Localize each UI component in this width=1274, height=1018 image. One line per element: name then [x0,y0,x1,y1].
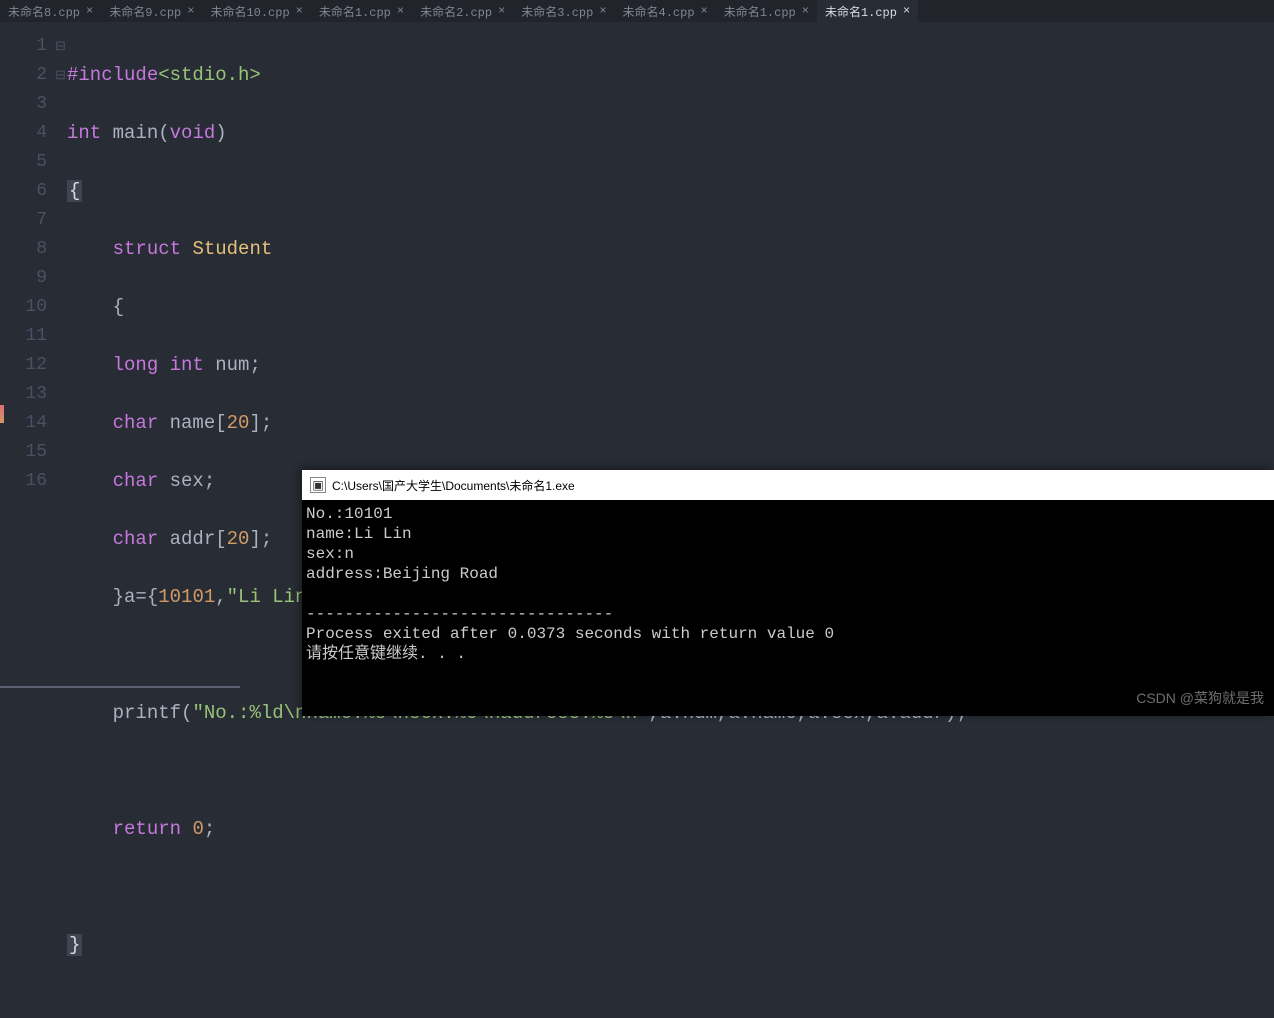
out-line: name:Li Lin [306,525,412,543]
keyword-char: char [113,528,159,550]
file-tab[interactable]: 未命名1.cpp × [716,0,817,22]
line-number: 11 [0,322,47,351]
tab-label: 未命名2.cpp [420,3,492,20]
close-icon[interactable]: × [701,4,708,18]
close-icon[interactable]: × [599,4,606,18]
line-number: 14 [0,409,47,438]
file-tab[interactable]: 未命名8.cpp × [0,0,101,22]
literal-0: 0 [192,818,203,840]
line-number: 1 [0,32,47,61]
line-number: 3 [0,90,47,119]
line-number: 6 [0,177,47,206]
literal-20: 20 [227,412,250,434]
literal-num: 10101 [158,586,215,608]
file-tab[interactable]: 未命名4.cpp × [615,0,716,22]
line-number: 4 [0,119,47,148]
keyword-char: char [113,470,159,492]
console-output[interactable]: No.:10101 name:Li Lin sex:n address:Beij… [302,500,1274,716]
line-number: 7 [0,206,47,235]
out-line: address:Beijing Road [306,565,498,583]
field-sex: sex [170,470,204,492]
close-icon[interactable]: × [187,4,194,18]
out-line: No.:10101 [306,505,392,523]
var-a: a [124,586,135,608]
tab-label: 未命名9.cpp [109,3,181,20]
fn-main: main [113,122,159,144]
keyword-int: int [170,354,204,376]
tab-label: 未命名1.cpp [825,3,897,20]
close-icon[interactable]: × [903,4,910,18]
type-student: Student [192,238,272,260]
line-number: 16 [0,467,47,496]
fold-toggle-icon[interactable]: ⊟ [55,32,67,61]
line-number: 5 [0,148,47,177]
keyword-void: void [170,122,216,144]
line-number: 12 [0,351,47,380]
tab-label: 未命名10.cpp [210,3,289,20]
tab-label: 未命名3.cpp [521,3,593,20]
file-tab[interactable]: 未命名2.cpp × [412,0,513,22]
fold-toggle-icon[interactable]: ⊟ [55,61,67,90]
separator-line [0,686,240,688]
tab-bar: 未命名8.cpp×未命名9.cpp×未命名10.cpp×未命名1.cpp×未命名… [0,0,1274,22]
open-brace: { [67,180,82,202]
file-tab[interactable]: 未命名1.cpp × [817,0,918,22]
fn-printf: printf [113,702,181,724]
keyword-struct: struct [113,238,181,260]
close-icon[interactable]: × [296,4,303,18]
line-number: 2 [0,61,47,90]
preprocessor: #include [67,64,158,86]
keyword-return: return [113,818,181,840]
console-icon: ▣ [310,477,326,493]
out-line: sex:n [306,545,354,563]
tab-label: 未命名8.cpp [8,3,80,20]
console-window: ▣ C:\Users\国产大学生\Documents\未命名1.exe No.:… [302,470,1274,716]
console-title: C:\Users\国产大学生\Documents\未命名1.exe [332,477,575,494]
line-number: 9 [0,264,47,293]
field-num: num [215,354,249,376]
out-process: Process exited after 0.0373 seconds with… [306,625,834,643]
file-tab[interactable]: 未命名3.cpp × [513,0,614,22]
keyword-long: long [113,354,159,376]
close-icon[interactable]: × [498,4,505,18]
include-file: <stdio.h> [158,64,261,86]
line-number: 10 [0,293,47,322]
change-indicator [0,405,4,423]
tab-label: 未命名1.cpp [319,3,391,20]
keyword-int: int [67,122,101,144]
open-brace: { [113,296,124,318]
line-number: 8 [0,235,47,264]
tab-label: 未命名1.cpp [724,3,796,20]
close-brace: } [67,934,82,956]
out-separator: -------------------------------- [306,605,613,623]
close-icon[interactable]: × [802,4,809,18]
out-press-key: 请按任意键继续. . . [306,645,466,663]
fold-column: ⊟⊟ [55,22,67,716]
line-number-gutter: 12345678910111213141516 [0,22,55,716]
literal-20: 20 [227,528,250,550]
close-icon[interactable]: × [397,4,404,18]
field-addr: addr [170,528,216,550]
field-name: name [170,412,216,434]
file-tab[interactable]: 未命名10.cpp × [202,0,310,22]
keyword-char: char [113,412,159,434]
line-number: 15 [0,438,47,467]
close-icon[interactable]: × [86,4,93,18]
line-number: 13 [0,380,47,409]
file-tab[interactable]: 未命名1.cpp × [311,0,412,22]
console-titlebar[interactable]: ▣ C:\Users\国产大学生\Documents\未命名1.exe [302,470,1274,500]
file-tab[interactable]: 未命名9.cpp × [101,0,202,22]
tab-label: 未命名4.cpp [623,3,695,20]
